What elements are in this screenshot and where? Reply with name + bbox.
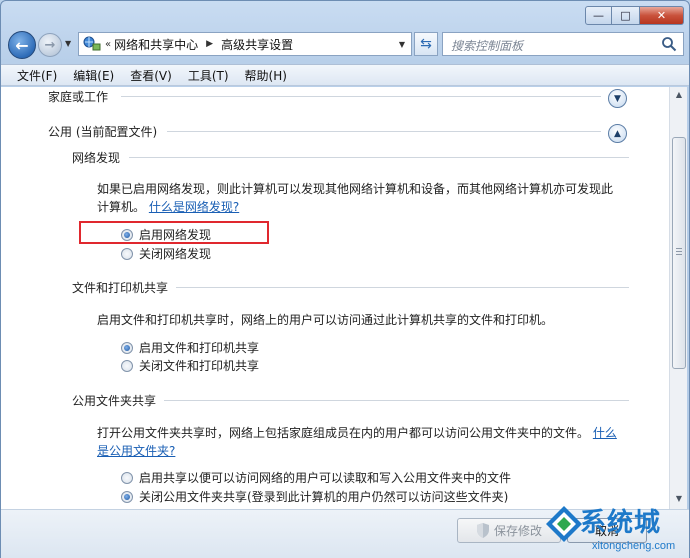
radio-label: 启用文件和打印机共享 <box>139 341 260 355</box>
radio-label: 关闭公用文件夹共享(登录到此计算机的用户仍然可以访问这些文件夹) <box>139 490 509 504</box>
address-dropdown-icon[interactable]: ▼ <box>399 40 405 49</box>
refresh-button[interactable]: ⇆ <box>414 32 438 56</box>
radio-selected-icon[interactable] <box>121 228 133 241</box>
scroll-up-icon[interactable]: ▲ <box>672 90 686 102</box>
radio-selected-icon[interactable] <box>121 490 133 503</box>
radio-label: 关闭文件和打印机共享 <box>139 359 260 373</box>
address-bar[interactable]: « 网络和共享中心 ▶ 高级共享设置 ▼ <box>78 32 412 56</box>
radio-unselected-icon[interactable] <box>121 247 133 260</box>
network-discovery-help-link[interactable]: 什么是网络发现? <box>149 200 239 214</box>
public-folder-sharing-description: 打开公用文件夹共享时，网络上包括家庭组成员在内的用户都可以访问公用文件夹中的文件… <box>97 426 617 440</box>
refresh-icon: ⇆ <box>420 36 432 52</box>
network-discovery-title: 网络发现 <box>72 151 121 165</box>
public-folder-help-link-part1[interactable]: 什么 <box>593 426 617 440</box>
window-caption-buttons: — □ ✕ <box>585 6 684 25</box>
radio-enable-network-discovery[interactable]: 启用网络发现 <box>121 226 211 243</box>
radio-label: 启用共享以便可以访问网络的用户可以读取和写入公用文件夹中的文件 <box>139 471 512 485</box>
scrollbar-thumb[interactable] <box>672 137 686 369</box>
grip-icon <box>676 248 682 256</box>
forward-button[interactable]: → <box>38 33 62 57</box>
menu-help[interactable]: 帮助(H) <box>237 67 295 84</box>
breadcrumb-advanced-sharing[interactable]: 高级共享设置 <box>221 36 293 53</box>
radio-selected-icon[interactable] <box>121 341 133 354</box>
radio-label: 关闭网络发现 <box>139 247 212 261</box>
radio-unselected-icon[interactable] <box>121 471 133 484</box>
search-box[interactable]: 搜索控制面板 <box>442 32 684 56</box>
breadcrumb-separator-icon[interactable]: ▶ <box>206 39 213 49</box>
network-discovery-description: 如果已启用网络发现，则此计算机可以发现其他网络计算机和设备，而其他网络计算机亦可… <box>97 182 614 196</box>
navigation-bar: ← → ▼ « 网络和共享中心 ▶ 高级共享设置 ▼ ⇆ 搜索控制面板 <box>6 30 684 60</box>
maximize-button[interactable]: □ <box>612 6 640 25</box>
uac-shield-icon <box>476 523 489 538</box>
watermark-brand: 系统城 <box>580 508 662 538</box>
network-discovery-description-cont: 计算机。 什么是网络发现? <box>97 200 240 214</box>
vertical-scrollbar[interactable]: ▲ ▼ <box>669 87 687 509</box>
close-button[interactable]: ✕ <box>640 6 684 25</box>
menu-bar: 文件(F) 编辑(E) 查看(V) 工具(T) 帮助(H) <box>1 64 689 86</box>
collapse-public-button[interactable]: ▲ <box>608 124 627 143</box>
save-changes-label: 保存修改 <box>493 524 542 538</box>
address-overflow-chevron[interactable]: « <box>105 39 111 50</box>
recent-pages-dropdown-icon[interactable]: ▼ <box>65 39 71 48</box>
section-public-title: 公用 (当前配置文件) <box>48 125 158 139</box>
back-button[interactable]: ← <box>8 31 36 59</box>
forward-arrow-icon: → <box>44 37 56 53</box>
search-placeholder: 搜索控制面板 <box>451 39 524 53</box>
public-folder-help-link-part2[interactable]: 是公用文件夹? <box>97 442 175 459</box>
file-printer-sharing-description: 启用文件和打印机共享时，网络上的用户可以访问通过此计算机共享的文件和打印机。 <box>97 313 554 327</box>
settings-content: 家庭或工作 ▼ 公用 (当前配置文件) ▲ 网络发现 如果已启用网络发现，则此计… <box>1 87 669 509</box>
minimize-button[interactable]: — <box>585 6 612 25</box>
watermark-logo: 系统城 xitongcheng.com <box>540 498 690 558</box>
network-icon <box>82 35 102 53</box>
radio-unselected-icon[interactable] <box>121 359 133 372</box>
file-printer-sharing-title: 文件和打印机共享 <box>72 281 169 295</box>
watermark-url: xitongcheng.com <box>592 540 676 552</box>
search-icon[interactable] <box>661 36 677 52</box>
subsection-divider <box>176 287 629 288</box>
menu-view[interactable]: 查看(V) <box>122 67 180 84</box>
radio-enable-file-printer-sharing[interactable]: 启用文件和打印机共享 <box>121 339 259 356</box>
breadcrumb-network-center[interactable]: 网络和共享中心 <box>114 36 198 53</box>
section-divider <box>121 96 601 97</box>
menu-edit[interactable]: 编辑(E) <box>65 67 122 84</box>
public-folder-sharing-title: 公用文件夹共享 <box>72 394 157 408</box>
section-home-work-title: 家庭或工作 <box>48 90 109 104</box>
menu-file[interactable]: 文件(F) <box>9 67 65 84</box>
subsection-divider <box>129 157 629 158</box>
expand-home-work-button[interactable]: ▼ <box>608 89 627 108</box>
chevron-up-icon: ▲ <box>614 128 621 139</box>
section-divider <box>167 131 601 132</box>
menu-tools[interactable]: 工具(T) <box>180 67 237 84</box>
radio-disable-network-discovery[interactable]: 关闭网络发现 <box>121 245 211 262</box>
radio-enable-public-folder-sharing[interactable]: 启用共享以便可以访问网络的用户可以读取和写入公用文件夹中的文件 <box>121 469 511 486</box>
chevron-down-icon: ▼ <box>614 93 621 104</box>
back-arrow-icon: ← <box>15 35 29 55</box>
radio-disable-public-folder-sharing[interactable]: 关闭公用文件夹共享(登录到此计算机的用户仍然可以访问这些文件夹) <box>121 488 508 505</box>
radio-label: 启用网络发现 <box>139 228 212 242</box>
radio-disable-file-printer-sharing[interactable]: 关闭文件和打印机共享 <box>121 357 259 374</box>
watermark-diamond-icon <box>546 506 582 542</box>
subsection-divider <box>164 400 629 401</box>
